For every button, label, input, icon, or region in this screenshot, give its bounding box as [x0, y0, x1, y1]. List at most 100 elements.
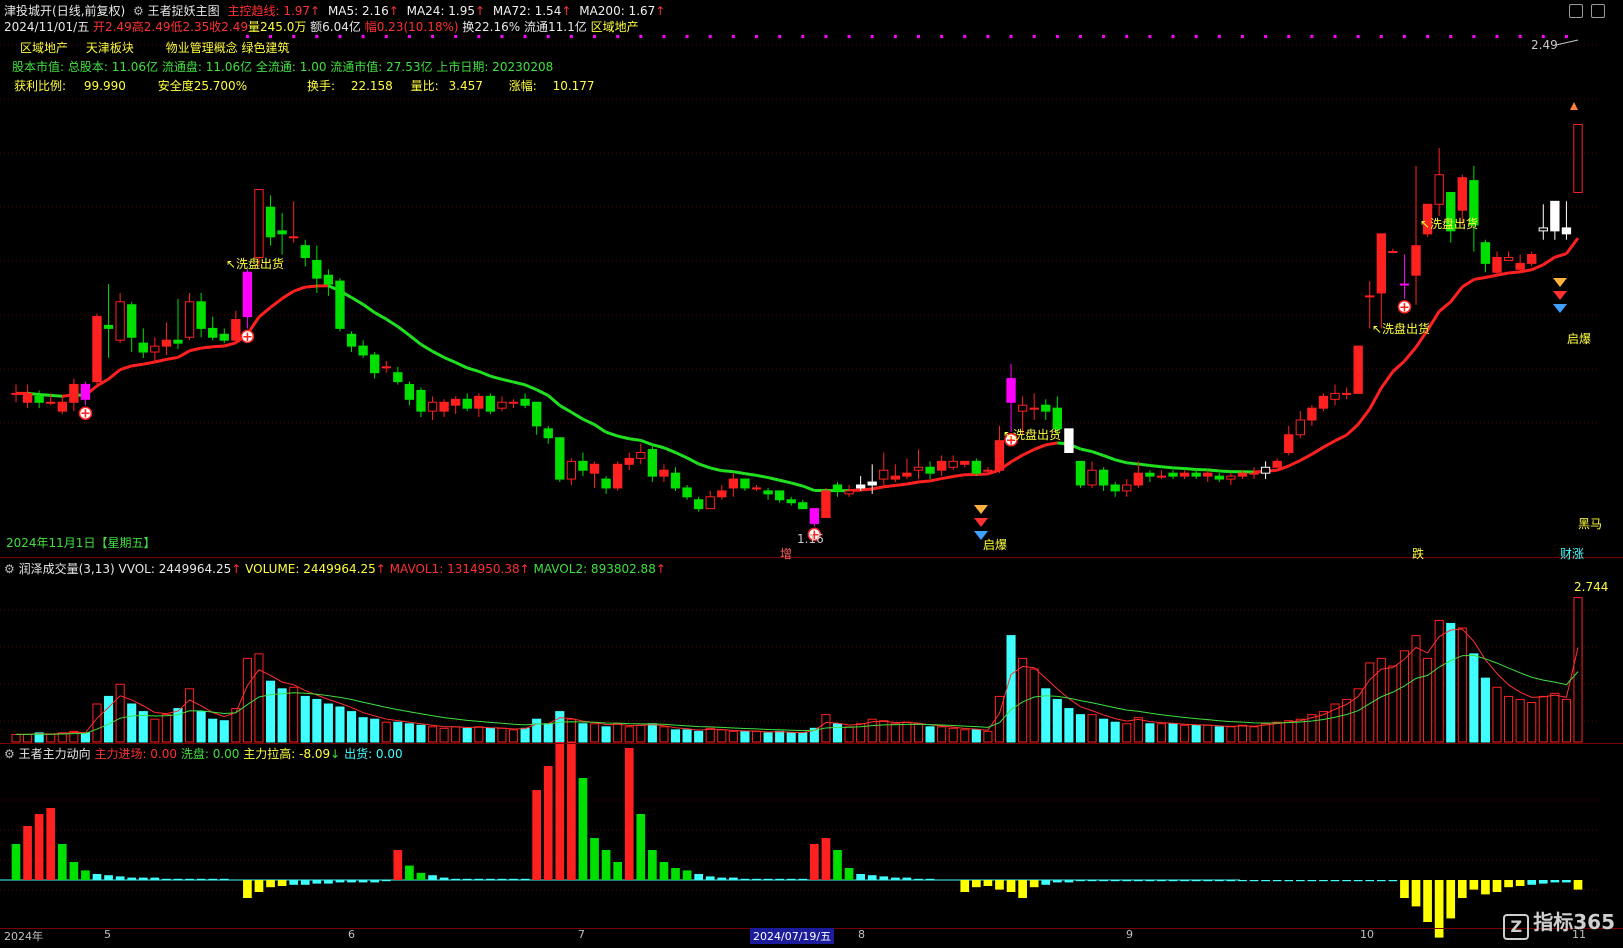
gear-icon[interactable]: ⚙ — [4, 562, 15, 576]
candle-body — [474, 395, 484, 409]
force-bar — [509, 878, 518, 880]
volume-bar — [763, 732, 773, 743]
trend-line-segment — [1449, 285, 1464, 303]
top-marker — [708, 35, 712, 38]
top-marker — [384, 35, 388, 38]
force-bar — [196, 878, 206, 880]
top-marker — [778, 35, 782, 38]
volume-bar — [161, 714, 171, 743]
candlestick-chart[interactable]: +++++ — [0, 0, 1623, 948]
gear-icon[interactable]: ⚙ — [4, 747, 15, 761]
volume-bar — [925, 726, 935, 743]
top-marker — [616, 35, 620, 38]
force-bar — [358, 880, 368, 883]
volume-bar — [775, 730, 785, 743]
candle-body — [1388, 251, 1398, 254]
top-marker — [801, 35, 805, 38]
caizhang-label: 财涨 — [1560, 547, 1585, 561]
force-bar — [1504, 880, 1513, 888]
volume-bar — [1561, 698, 1571, 743]
candle-body — [728, 478, 739, 489]
volume-bar — [532, 718, 542, 743]
top-marker — [1495, 35, 1499, 38]
trend-line-segment — [547, 394, 561, 407]
candle-body — [763, 490, 773, 495]
force-bar — [578, 778, 588, 880]
x-tick: 2024年 — [4, 930, 43, 943]
top-marker — [569, 35, 573, 38]
candle-body — [1457, 177, 1467, 211]
candle-body — [1122, 484, 1132, 492]
top-marker — [454, 35, 458, 38]
volume-bar — [312, 698, 322, 743]
trend-line-segment — [478, 369, 491, 378]
force-bar — [1527, 880, 1537, 885]
mavol2-value: MAVOL2: 893802.88 — [533, 562, 656, 576]
trend-line-segment — [952, 473, 966, 478]
force-bar — [23, 826, 32, 880]
candle-body — [127, 304, 137, 338]
force-header: ⚙ 王者主力动向 主力进场: 0.00 洗盘: 0.00 主力拉高: -8.09… — [4, 746, 403, 762]
trend-line-segment — [385, 317, 399, 328]
volume-bar — [104, 695, 114, 743]
trend-line-segment — [131, 362, 144, 368]
candle-body — [612, 463, 623, 489]
volume-bar — [636, 724, 646, 743]
force-bar — [393, 850, 403, 880]
volume-bar — [589, 723, 600, 743]
trend-line-segment — [1565, 237, 1580, 255]
force-bar — [879, 876, 889, 880]
trend-line-segment — [535, 388, 549, 397]
diamond-icon — [974, 505, 988, 514]
top-marker — [1449, 35, 1453, 38]
trend-line-segment — [1161, 465, 1174, 470]
candle-body — [381, 366, 391, 369]
trend-line-segment — [1021, 448, 1035, 457]
cursor-date[interactable]: 2024/07/19/五 — [750, 928, 835, 944]
vvol-value: VVOL: 2449964.25 — [118, 562, 232, 576]
candle-body — [242, 271, 253, 318]
force-bar — [1411, 880, 1421, 907]
top-marker — [523, 35, 527, 38]
candle-body — [1249, 472, 1259, 475]
force-bar — [1064, 880, 1074, 883]
candle-body — [1191, 472, 1201, 477]
candle-body — [69, 384, 79, 403]
candle-body — [647, 449, 658, 477]
force-bar — [277, 880, 287, 886]
volume-bar — [705, 727, 715, 743]
top-marker — [685, 35, 689, 38]
force-bar — [1157, 880, 1166, 882]
volume-bar — [1052, 698, 1062, 743]
candle-body — [925, 466, 935, 474]
volume-bar — [670, 729, 681, 743]
force-bar — [1342, 880, 1351, 882]
candle-body — [1538, 227, 1548, 232]
candle-body — [844, 490, 854, 495]
trend-line-segment — [721, 469, 734, 474]
trend-line-segment — [895, 482, 908, 487]
candle-body — [427, 401, 438, 412]
candle-body — [936, 460, 947, 471]
trend-line-segment — [1149, 464, 1162, 469]
trend-line-segment — [1080, 447, 1093, 453]
candle-body — [508, 401, 519, 404]
trend-line-segment — [466, 366, 480, 373]
force-bar — [1018, 880, 1027, 898]
trend-line-segment — [605, 430, 619, 438]
volume-bar — [613, 723, 623, 743]
force-bar — [925, 878, 935, 880]
top-marker — [1032, 35, 1036, 38]
candle-body — [1064, 428, 1074, 453]
force-bar — [856, 874, 865, 880]
volume-bar — [1156, 723, 1167, 743]
volume-bar — [1122, 723, 1132, 743]
candle-body — [254, 189, 264, 258]
force-bar — [995, 880, 1004, 890]
force-bar — [983, 880, 993, 886]
candle-body — [1434, 174, 1444, 205]
candle-body — [740, 478, 750, 489]
top-marker — [1426, 35, 1430, 38]
top-marker — [1171, 35, 1175, 38]
force-bar — [1145, 880, 1155, 882]
